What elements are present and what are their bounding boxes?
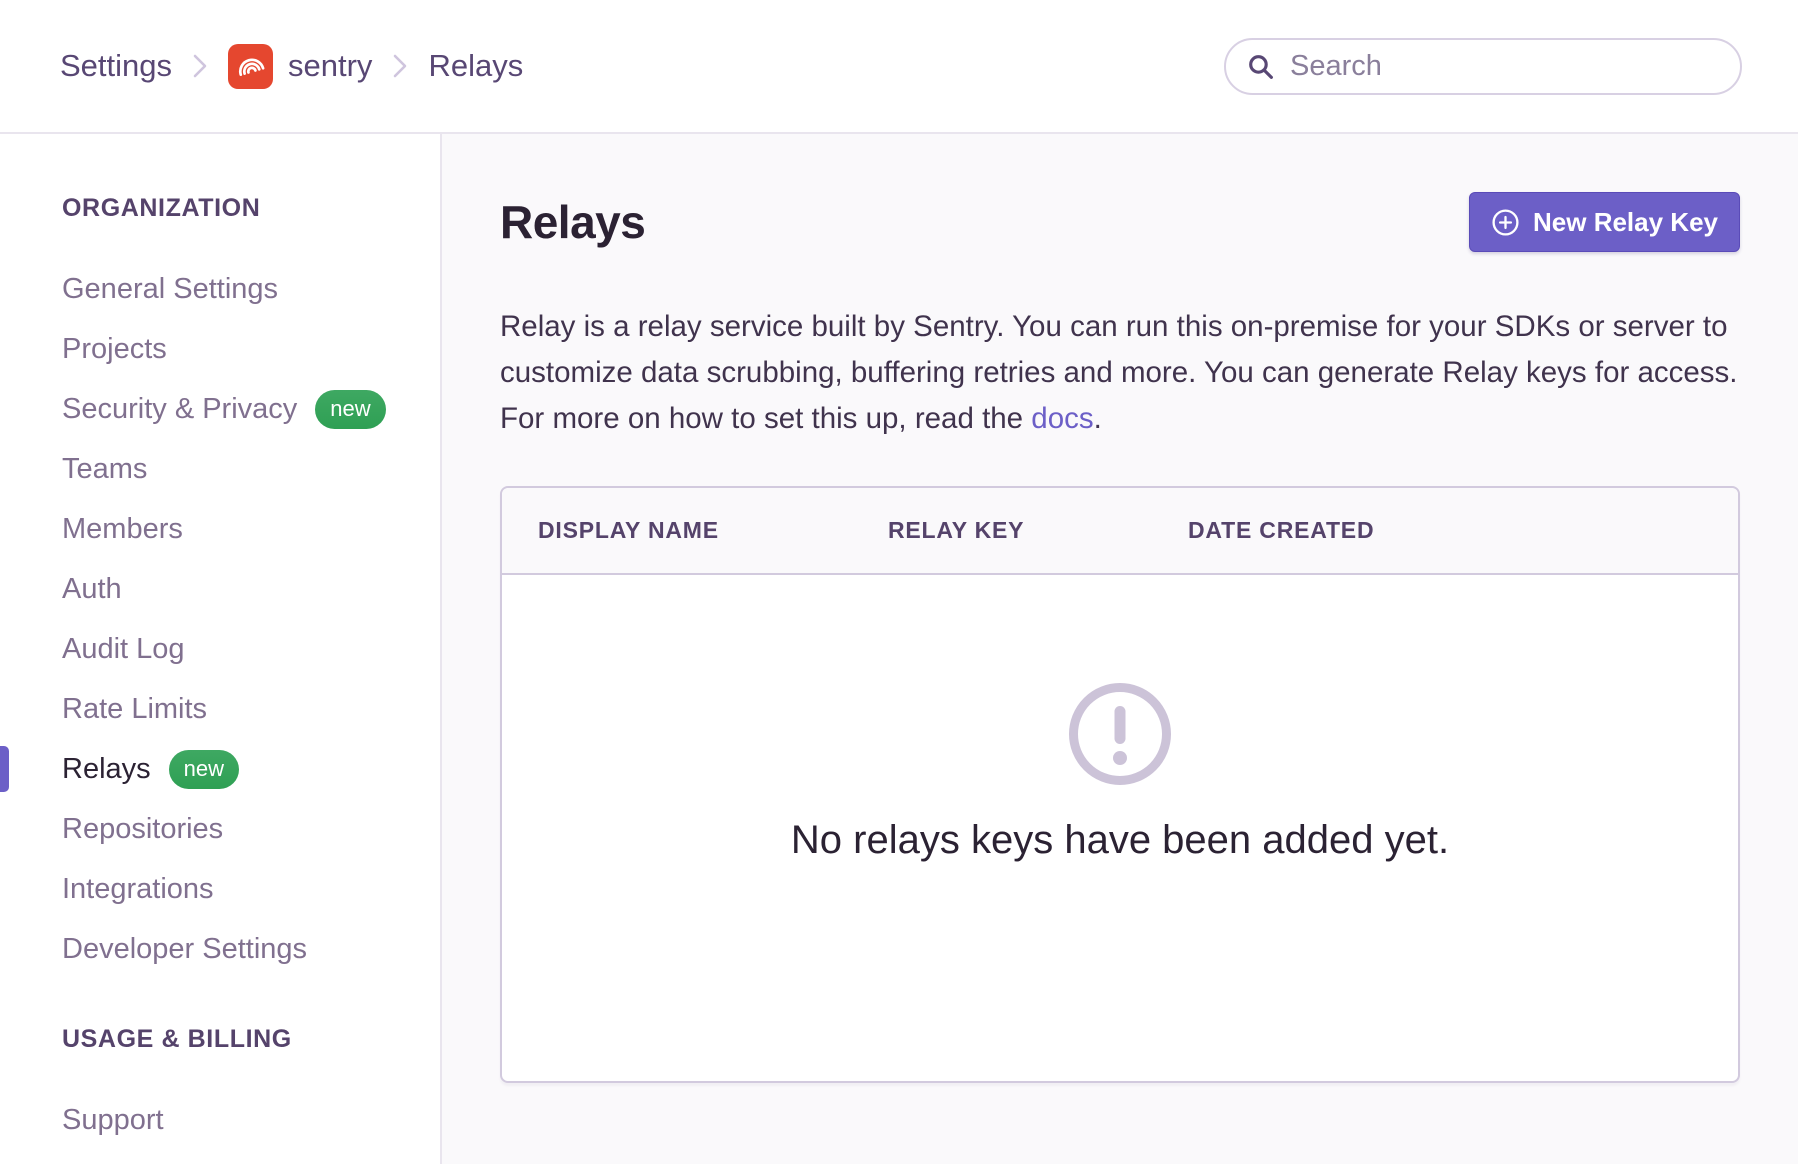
sidebar-section-label: ORGANIZATION (0, 194, 440, 223)
search-icon (1246, 52, 1275, 81)
column-display-name: DISPLAY NAME (538, 517, 888, 544)
new-relay-key-button[interactable]: New Relay Key (1469, 192, 1740, 252)
relay-keys-table: DISPLAY NAME RELAY KEY DATE CREATED No r… (500, 486, 1740, 1083)
sidebar-item-label: Relays (62, 753, 151, 786)
breadcrumb-org-label: sentry (288, 48, 372, 84)
description-text: Relay is a relay service built by Sentry… (500, 310, 1738, 435)
sidebar-item-teams[interactable]: Teams (0, 439, 440, 499)
sidebar-item-repositories[interactable]: Repositories (0, 799, 440, 859)
sidebar-item-general-settings[interactable]: General Settings (0, 259, 440, 319)
search-box[interactable] (1224, 38, 1742, 95)
sidebar-item-label: Members (62, 513, 183, 546)
sidebar-item-auth[interactable]: Auth (0, 559, 440, 619)
sidebar-item-members[interactable]: Members (0, 499, 440, 559)
sidebar-item-label: Security & Privacy (62, 393, 297, 426)
sidebar-item-label: Projects (62, 333, 167, 366)
column-date-created: DATE CREATED (1188, 517, 1738, 544)
breadcrumb-organization[interactable]: sentry (228, 44, 372, 89)
content-row: ORGANIZATION General Settings Projects Secu… (0, 134, 1798, 1164)
sidebar-item-label: Developer Settings (62, 933, 307, 966)
empty-state-message: No relays keys have been added yet. (791, 818, 1449, 863)
sidebar-item-projects[interactable]: Projects (0, 319, 440, 379)
table-header-row: DISPLAY NAME RELAY KEY DATE CREATED (502, 488, 1738, 575)
chevron-right-icon (192, 52, 208, 80)
main-content: Relays New Relay Key Relay is a relay se… (442, 134, 1798, 1164)
sidebar-item-rate-limits[interactable]: Rate Limits (0, 679, 440, 739)
sidebar-item-audit-log[interactable]: Audit Log (0, 619, 440, 679)
breadcrumb: Settings sentry Relays (60, 44, 523, 89)
search-input[interactable] (1288, 49, 1720, 84)
exclamation-circle-icon (1066, 680, 1174, 788)
relays-description: Relay is a relay service built by Sentry… (500, 304, 1740, 442)
sidebar-item-label: Repositories (62, 813, 223, 846)
new-badge: new (169, 750, 239, 789)
sidebar-item-label: Teams (62, 453, 147, 486)
sidebar-item-label: Audit Log (62, 633, 185, 666)
sidebar-item-security-privacy[interactable]: Security & Privacy new (0, 379, 440, 439)
plus-circle-icon (1491, 208, 1520, 237)
sidebar-section: USAGE & BILLING Support (0, 1025, 440, 1150)
description-period: . (1094, 402, 1102, 435)
sidebar-item-relays[interactable]: Relays new (0, 739, 440, 799)
sidebar-item-label: General Settings (62, 273, 278, 306)
sidebar-section: ORGANIZATION General Settings Projects Secu… (0, 194, 440, 979)
column-relay-key: RELAY KEY (888, 517, 1188, 544)
top-header: Settings sentry Relays (0, 0, 1798, 134)
breadcrumb-settings[interactable]: Settings (60, 48, 172, 84)
sidebar-item-label: Support (62, 1104, 164, 1137)
sidebar-item-developer-settings[interactable]: Developer Settings (0, 919, 440, 979)
sidebar-item-label: Rate Limits (62, 693, 207, 726)
sentry-logo-icon (228, 44, 273, 89)
new-relay-key-label: New Relay Key (1533, 207, 1718, 238)
sidebar-item-label: Auth (62, 573, 122, 606)
sidebar-nav: ORGANIZATION General Settings Projects Secu… (0, 134, 442, 1164)
page-title: Relays (500, 195, 645, 249)
breadcrumb-page: Relays (428, 48, 523, 84)
chevron-right-icon (392, 52, 408, 80)
sidebar-section-label: USAGE & BILLING (0, 1025, 440, 1054)
docs-link[interactable]: docs (1031, 402, 1093, 435)
sidebar-item-support[interactable]: Support (0, 1090, 440, 1150)
main-header-row: Relays New Relay Key (500, 192, 1740, 252)
new-badge: new (315, 390, 385, 429)
table-empty-state: No relays keys have been added yet. (502, 575, 1738, 1081)
sidebar-item-label: Integrations (62, 873, 214, 906)
sidebar-item-integrations[interactable]: Integrations (0, 859, 440, 919)
